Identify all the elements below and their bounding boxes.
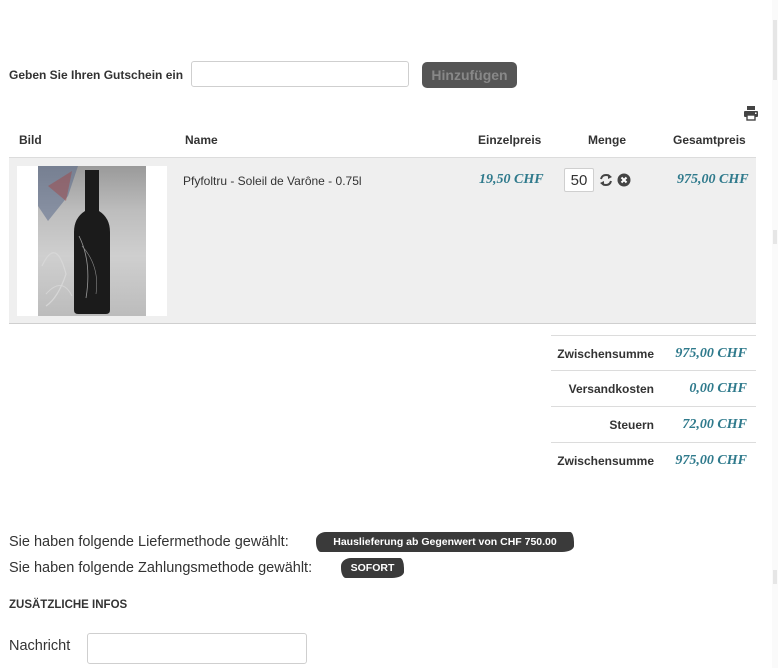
voucher-row: Geben Sie Ihren Gutschein ein Hinzufügen <box>9 61 517 89</box>
product-name[interactable]: Pfyfoltru - Soleil de Varône - 0.75l <box>183 174 362 188</box>
voucher-input[interactable] <box>191 61 409 87</box>
totals-label: Zwischensumme <box>557 454 654 468</box>
totals-subtotal: Zwischensumme 975,00 CHF <box>551 335 756 371</box>
print-icon[interactable] <box>743 105 759 121</box>
product-image[interactable] <box>17 166 167 316</box>
message-label: Nachricht <box>9 638 71 654</box>
remove-icon[interactable] <box>617 173 631 187</box>
cart-row: Pfyfoltru - Soleil de Varône - 0.75l 19,… <box>9 157 756 324</box>
totals-value: 72,00 CHF <box>682 417 747 432</box>
message-input[interactable] <box>87 633 307 664</box>
delivery-method-label: Sie haben folgende Liefermethode gewählt… <box>9 534 289 550</box>
scrollbar[interactable] <box>772 0 778 668</box>
totals-label: Zwischensumme <box>557 347 654 361</box>
totals-grand: Zwischensumme 975,00 CHF <box>551 443 756 479</box>
header-image: Bild <box>19 133 42 147</box>
totals-value: 0,00 CHF <box>689 381 747 396</box>
totals-value: 975,00 CHF <box>675 346 747 361</box>
voucher-label: Geben Sie Ihren Gutschein ein <box>9 68 184 82</box>
refresh-icon[interactable] <box>599 173 613 187</box>
payment-method-label: Sie haben folgende Zahlungsmethode gewäh… <box>9 560 313 576</box>
payment-method-badge: SOFORT <box>341 558 404 578</box>
totals-tax: Steuern 72,00 CHF <box>551 407 756 443</box>
totals-value: 975,00 CHF <box>675 453 747 468</box>
header-name: Name <box>185 133 218 147</box>
wine-bottle-image <box>38 166 110 314</box>
add-voucher-button[interactable]: Hinzufügen <box>422 62 517 88</box>
totals-shipping: Versandkosten 0,00 CHF <box>551 371 756 407</box>
row-total: 975,00 CHF <box>677 172 749 187</box>
unit-price: 19,50 CHF <box>479 172 544 187</box>
header-quantity: Menge <box>588 133 627 147</box>
extra-info-heading: ZUSÄTZLICHE INFOS <box>9 599 128 611</box>
totals-label: Versandkosten <box>568 382 654 396</box>
header-unit-price: Einzelpreis <box>478 133 542 147</box>
header-total: Gesamtpreis <box>673 133 746 147</box>
delivery-method-badge: Hauslieferung ab Gegenwert von CHF 750.0… <box>316 532 574 552</box>
quantity-input[interactable]: 50 <box>564 168 594 192</box>
totals-label: Steuern <box>609 418 654 432</box>
